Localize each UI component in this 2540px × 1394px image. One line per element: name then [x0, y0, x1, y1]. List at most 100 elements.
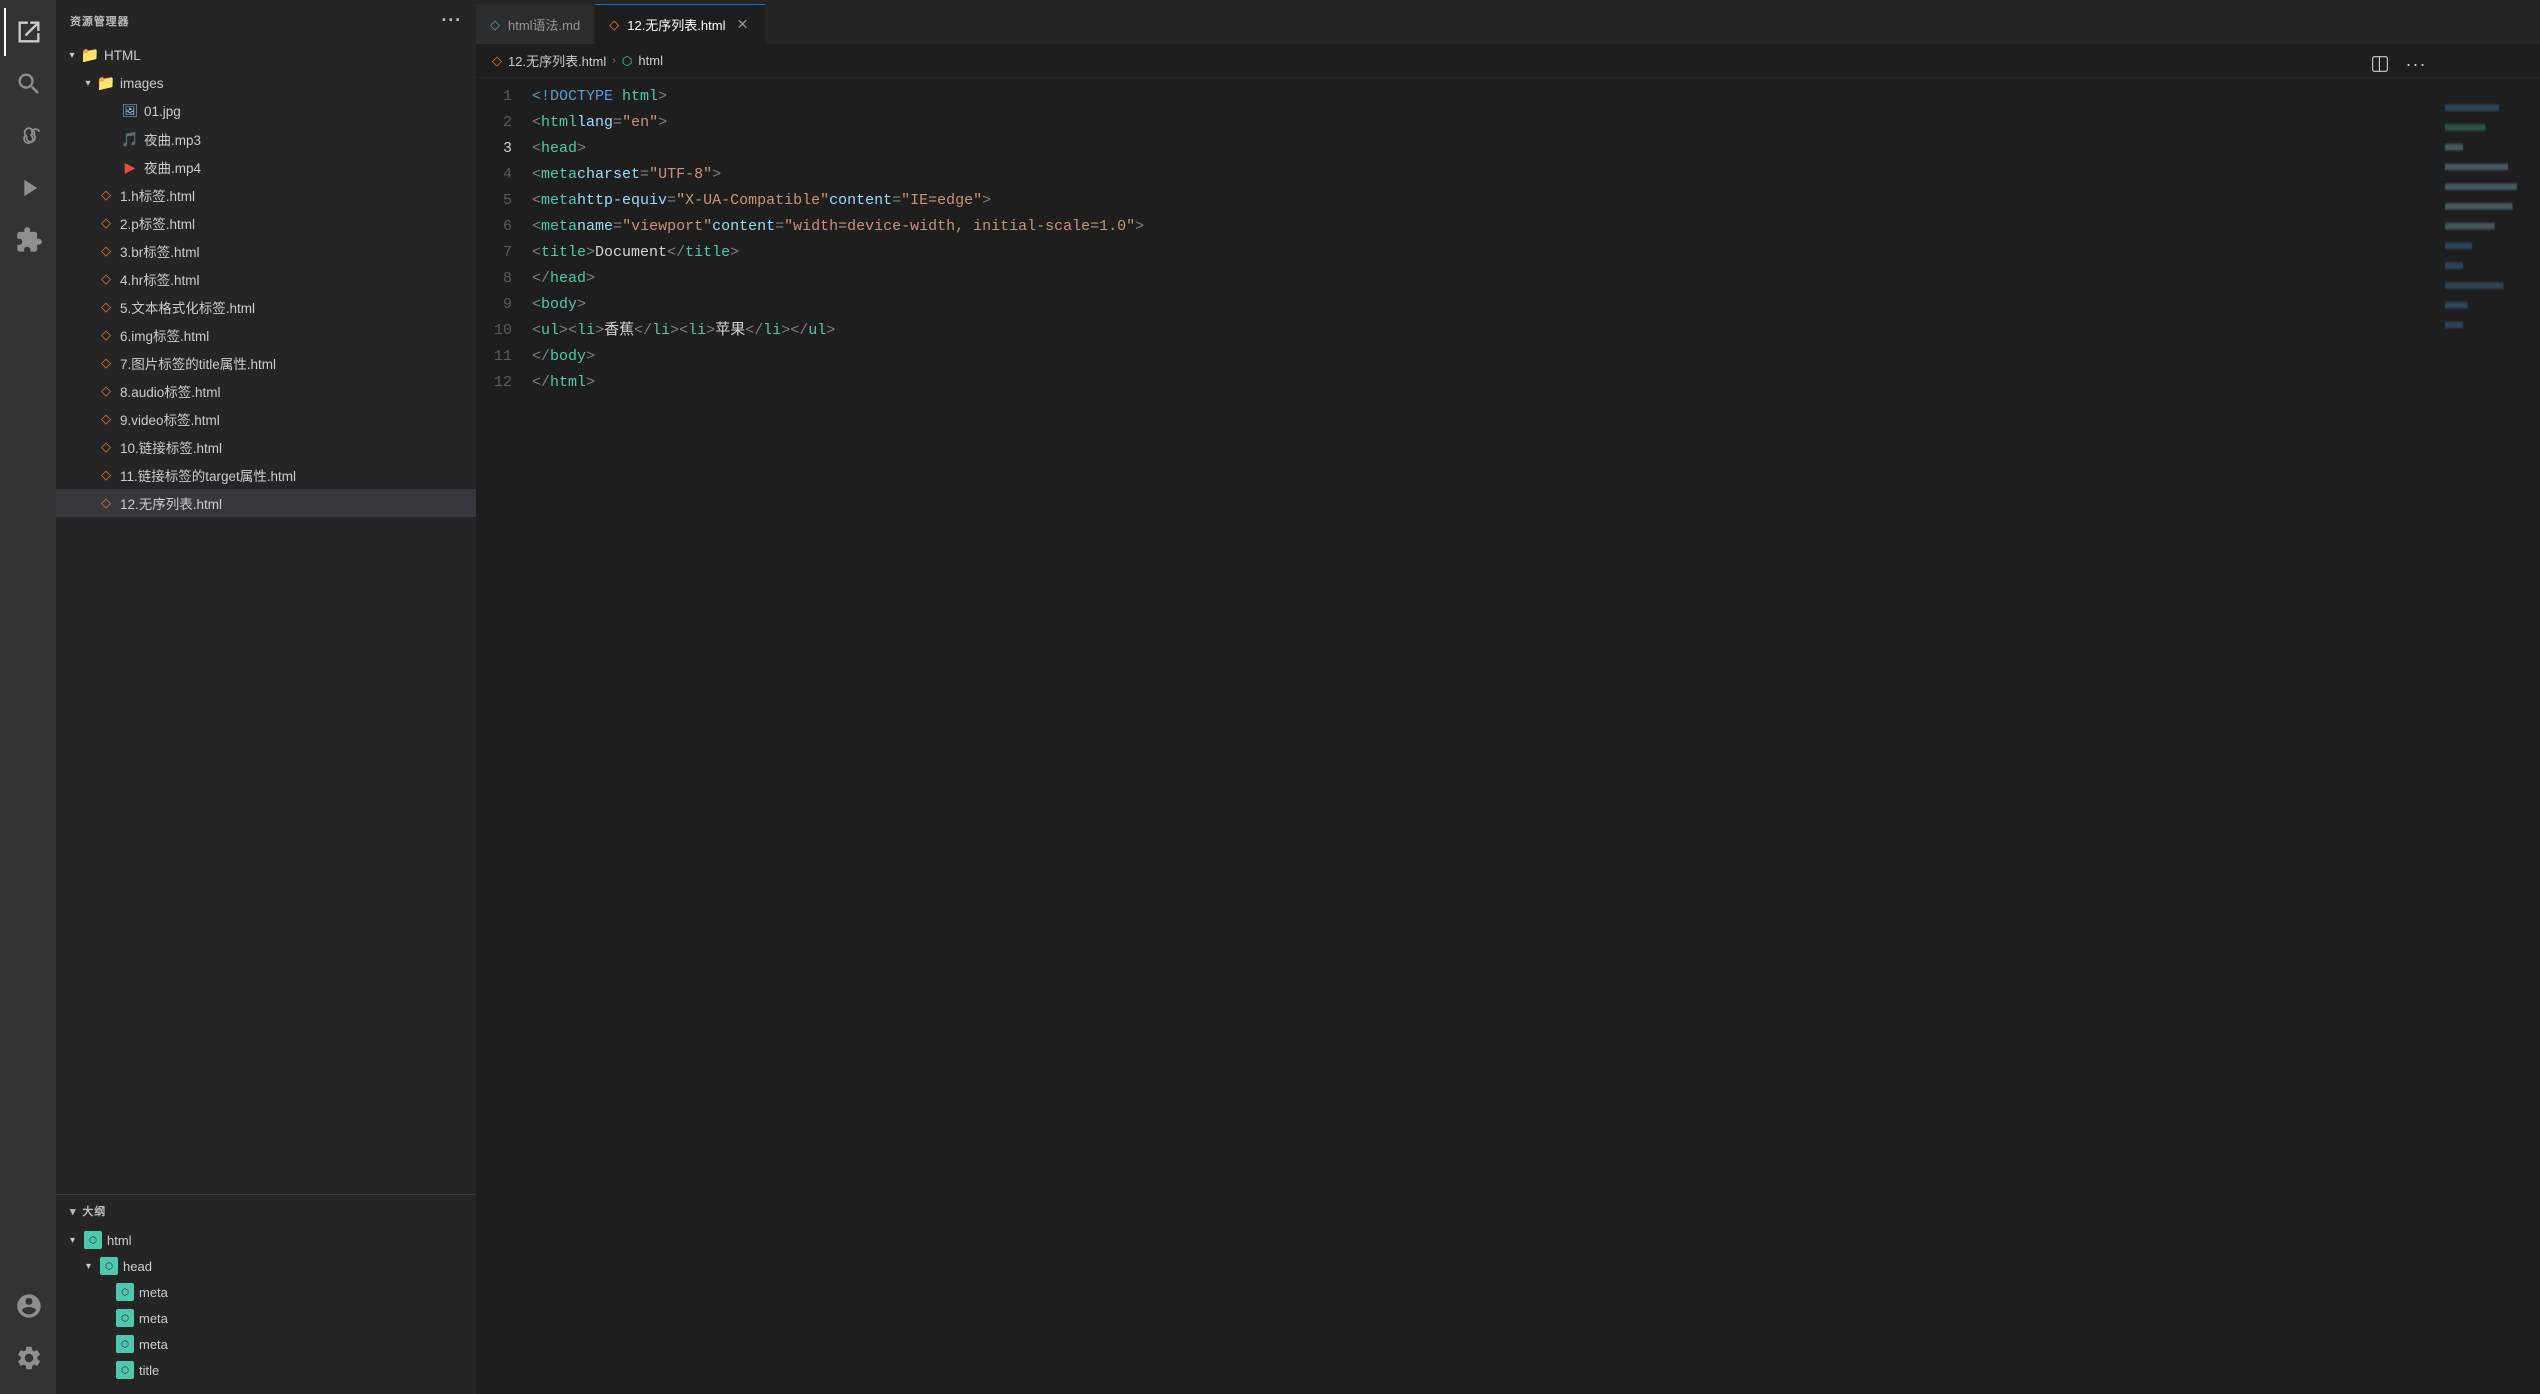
line-number: 3: [476, 136, 512, 162]
spacer: [80, 215, 96, 231]
spacer: [104, 131, 120, 147]
tree-item-label: 4.hr标签.html: [120, 269, 200, 289]
html-icon: ◇: [96, 213, 116, 233]
breadcrumb-separator: ›: [612, 55, 616, 67]
sidebar: 资源管理器 ··· ▾ 📁 HTML ▾ 📁 images 🖼 01.jpg: [56, 0, 476, 1394]
breadcrumb-icon2: ⬡: [622, 54, 632, 68]
html-icon: ◇: [96, 409, 116, 429]
code-line: <meta http-equiv="X-UA-Compatible" conte…: [532, 188, 2440, 214]
activity-item-explorer[interactable]: [4, 8, 52, 56]
activity-item-accounts[interactable]: [4, 1282, 52, 1330]
outline-item[interactable]: ⬡ meta: [56, 1305, 476, 1331]
spacer: [104, 159, 120, 175]
breadcrumb-node[interactable]: html: [638, 53, 663, 68]
outline-tree: ▾ ⬡ html ▾ ⬡ head ⬡ meta ⬡ meta ⬡ meta ⬡…: [56, 1227, 476, 1383]
explorer-section: 资源管理器 ··· ▾ 📁 HTML ▾ 📁 images 🖼 01.jpg: [56, 0, 476, 1194]
tree-item-mp3[interactable]: 🎵 夜曲.mp3: [56, 125, 476, 153]
outline-item[interactable]: ⬡ meta: [56, 1279, 476, 1305]
chevron-down-icon: ▾: [80, 75, 96, 91]
breadcrumb-file[interactable]: 12.无序列表.html: [508, 51, 606, 70]
code-line: <html lang="en">: [532, 110, 2440, 136]
tree-item-file[interactable]: ◇ 10.链接标签.html: [56, 433, 476, 461]
video-icon: ▶: [120, 157, 140, 177]
activity-item-run[interactable]: [4, 164, 52, 212]
tab-html[interactable]: ◇ 12.无序列表.html ✕: [595, 4, 766, 44]
activity-item-git[interactable]: [4, 112, 52, 160]
outline-type-icon: ⬡: [116, 1335, 134, 1353]
outline-header[interactable]: ▾ 大纲: [56, 1195, 476, 1227]
activity-item-settings[interactable]: [4, 1334, 52, 1382]
line-number: 8: [476, 266, 512, 292]
spacer: [80, 243, 96, 259]
tree-item-01jpg[interactable]: 🖼 01.jpg: [56, 97, 476, 125]
code-content[interactable]: <!DOCTYPE html><html lang="en"><head> <m…: [532, 78, 2440, 1394]
tab-bar: ◇ html语法.md ◇ 12.无序列表.html ✕: [476, 0, 2540, 44]
tree-item-root[interactable]: ▾ 📁 HTML: [56, 41, 476, 69]
outline-item[interactable]: ▾ ⬡ head: [56, 1253, 476, 1279]
tree-item-label: images: [120, 76, 164, 91]
tree-item-mp4[interactable]: ▶ 夜曲.mp4: [56, 153, 476, 181]
tree-item-label: 2.p标签.html: [120, 213, 195, 233]
editor-area: ◇ html语法.md ◇ 12.无序列表.html ✕ ··· ◇ 12.: [476, 0, 2540, 1394]
outline-section: ▾ 大纲 ▾ ⬡ html ▾ ⬡ head ⬡ meta ⬡ meta ⬡ m…: [56, 1194, 476, 1394]
spacer: [80, 439, 96, 455]
line-number: 2: [476, 110, 512, 136]
tree-item-file[interactable]: ◇ 12.无序列表.html: [56, 489, 476, 517]
outline-item[interactable]: ⬡ title: [56, 1357, 476, 1383]
line-number: 4: [476, 162, 512, 188]
activity-item-extensions[interactable]: [4, 216, 52, 264]
explorer-menu-btn[interactable]: ···: [441, 10, 462, 31]
tree-item-file[interactable]: ◇ 6.img标签.html: [56, 321, 476, 349]
code-editor[interactable]: 123456789101112 <!DOCTYPE html><html lan…: [476, 78, 2540, 1394]
code-line: <body>: [532, 292, 2440, 318]
tree-item-file[interactable]: ◇ 1.h标签.html: [56, 181, 476, 209]
tree-item-file[interactable]: ◇ 4.hr标签.html: [56, 265, 476, 293]
folder-icon: 📁: [80, 45, 100, 65]
activity-item-search[interactable]: [4, 60, 52, 108]
tree-item-images[interactable]: ▾ 📁 images: [56, 69, 476, 97]
code-line: <meta name="viewport" content="width=dev…: [532, 214, 2440, 240]
line-number: 12: [476, 370, 512, 396]
html-icon: ◇: [96, 325, 116, 345]
spacer: [104, 103, 120, 119]
tree-item-label: 1.h标签.html: [120, 185, 195, 205]
spacer: [80, 467, 96, 483]
editor-toolbar: ···: [2364, 48, 2432, 80]
html-icon: ◇: [96, 493, 116, 513]
html-icon: ◇: [96, 241, 116, 261]
spacer: [80, 411, 96, 427]
html-icon: ◇: [96, 381, 116, 401]
html-icon: ◇: [96, 185, 116, 205]
tab-md[interactable]: ◇ html语法.md: [476, 4, 595, 44]
html-icon: ◇: [96, 353, 116, 373]
activity-bottom: [4, 1282, 52, 1394]
tree-item-file[interactable]: ◇ 5.文本格式化标签.html: [56, 293, 476, 321]
code-line: <ul><li>香蕉</li><li>苹果</li></ul>: [532, 318, 2440, 344]
tree-item-file[interactable]: ◇ 7.图片标签的title属性.html: [56, 349, 476, 377]
code-line: <meta charset="UTF-8">: [532, 162, 2440, 188]
tree-item-label: 12.无序列表.html: [120, 493, 222, 513]
tree-item-file[interactable]: ◇ 8.audio标签.html: [56, 377, 476, 405]
code-line: </head>: [532, 266, 2440, 292]
tree-item-file[interactable]: ◇ 9.video标签.html: [56, 405, 476, 433]
outline-item[interactable]: ⬡ meta: [56, 1331, 476, 1357]
outline-item-label: meta: [139, 1285, 168, 1300]
tree-item-label: 3.br标签.html: [120, 241, 200, 261]
chevron-icon: ▾: [86, 1261, 100, 1272]
code-line: </html>: [532, 370, 2440, 396]
split-editor-btn[interactable]: [2364, 48, 2396, 80]
line-number: 1: [476, 84, 512, 110]
tree-item-file[interactable]: ◇ 11.链接标签的target属性.html: [56, 461, 476, 489]
more-actions-btn[interactable]: ···: [2400, 48, 2432, 80]
tree-item-label: 11.链接标签的target属性.html: [120, 465, 296, 485]
tree-item-file[interactable]: ◇ 2.p标签.html: [56, 209, 476, 237]
outline-item-label: head: [123, 1259, 152, 1274]
tree-item-file[interactable]: ◇ 3.br标签.html: [56, 237, 476, 265]
ellipsis-icon: ···: [2406, 54, 2427, 75]
outline-item-label: html: [107, 1233, 132, 1248]
outline-item[interactable]: ▾ ⬡ html: [56, 1227, 476, 1253]
chevron-icon: ▾: [70, 1235, 84, 1246]
spacer: [80, 271, 96, 287]
explorer-header: 资源管理器 ···: [56, 0, 476, 41]
tab-close-btn[interactable]: ✕: [733, 16, 751, 34]
